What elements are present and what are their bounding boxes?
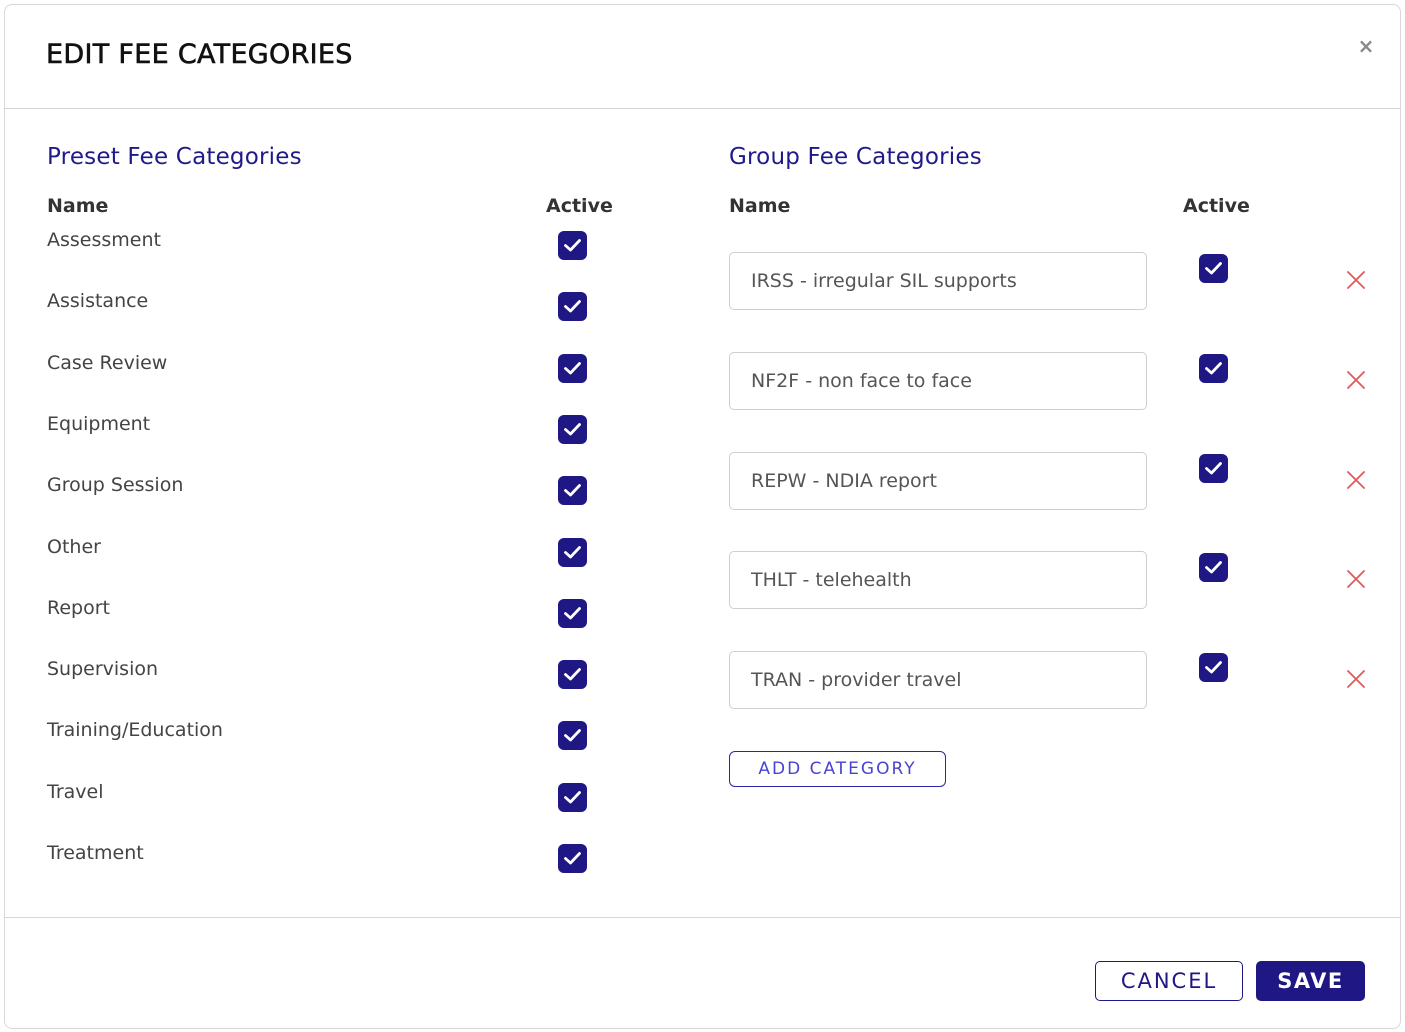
modal-title: EDIT FEE CATEGORIES [46,39,353,71]
group-active-checkbox[interactable] [1199,254,1228,283]
group-category-name-input[interactable] [729,452,1147,510]
close-icon[interactable]: × [1355,35,1377,57]
preset-active-checkbox[interactable] [558,599,587,628]
preset-name: Travel [47,781,104,803]
remove-x-icon[interactable] [1345,469,1367,491]
preset-name: Group Session [47,474,184,496]
preset-row: Equipment [5,413,645,453]
preset-col-name: Name [47,195,109,217]
group-section-title: Group Fee Categories [729,144,982,170]
group-col-active: Active [1183,195,1250,217]
preset-name: Supervision [47,658,159,680]
preset-active-checkbox[interactable] [558,660,587,689]
preset-name: Other [47,536,101,558]
save-button[interactable]: SAVE [1256,961,1365,1001]
preset-name: Assessment [47,229,161,251]
preset-row: Report [5,597,645,637]
group-active-checkbox[interactable] [1199,454,1228,483]
group-active-checkbox[interactable] [1199,553,1228,582]
preset-section-title: Preset Fee Categories [47,144,302,170]
preset-active-checkbox[interactable] [558,231,587,260]
preset-name: Report [47,597,110,619]
preset-name: Training/Education [47,719,223,741]
remove-x-icon[interactable] [1345,269,1367,291]
preset-row: Case Review [5,352,645,392]
preset-active-checkbox[interactable] [558,415,587,444]
preset-row: Travel [5,781,645,821]
group-category-name-input[interactable] [729,352,1147,410]
group-category-name-input[interactable] [729,651,1147,709]
edit-fee-categories-modal: EDIT FEE CATEGORIES × Preset Fee Categor… [4,4,1401,1029]
remove-x-icon[interactable] [1345,369,1367,391]
preset-active-checkbox[interactable] [558,354,587,383]
preset-row: Assessment [5,229,645,269]
group-category-name-input[interactable] [729,252,1147,310]
preset-row: Training/Education [5,719,645,759]
group-col-name: Name [729,195,791,217]
group-active-checkbox[interactable] [1199,354,1228,383]
group-category-name-input[interactable] [729,551,1147,609]
cancel-button[interactable]: CANCEL [1095,961,1243,1001]
preset-active-checkbox[interactable] [558,844,587,873]
preset-active-checkbox[interactable] [558,538,587,567]
preset-name: Assistance [47,290,149,312]
preset-name: Equipment [47,413,151,435]
preset-col-active: Active [546,195,613,217]
modal-footer-divider [5,917,1400,918]
preset-active-checkbox[interactable] [558,721,587,750]
preset-row: Treatment [5,842,645,882]
preset-row: Group Session [5,474,645,514]
preset-row: Assistance [5,290,645,330]
preset-row: Supervision [5,658,645,698]
preset-active-checkbox[interactable] [558,783,587,812]
preset-name: Treatment [47,842,144,864]
remove-x-icon[interactable] [1345,568,1367,590]
add-category-button[interactable]: ADD CATEGORY [729,751,946,787]
remove-x-icon[interactable] [1345,668,1367,690]
preset-row: Other [5,536,645,576]
preset-active-checkbox[interactable] [558,476,587,505]
preset-active-checkbox[interactable] [558,292,587,321]
group-active-checkbox[interactable] [1199,653,1228,682]
modal-header: EDIT FEE CATEGORIES × [5,5,1400,109]
preset-name: Case Review [47,352,168,374]
